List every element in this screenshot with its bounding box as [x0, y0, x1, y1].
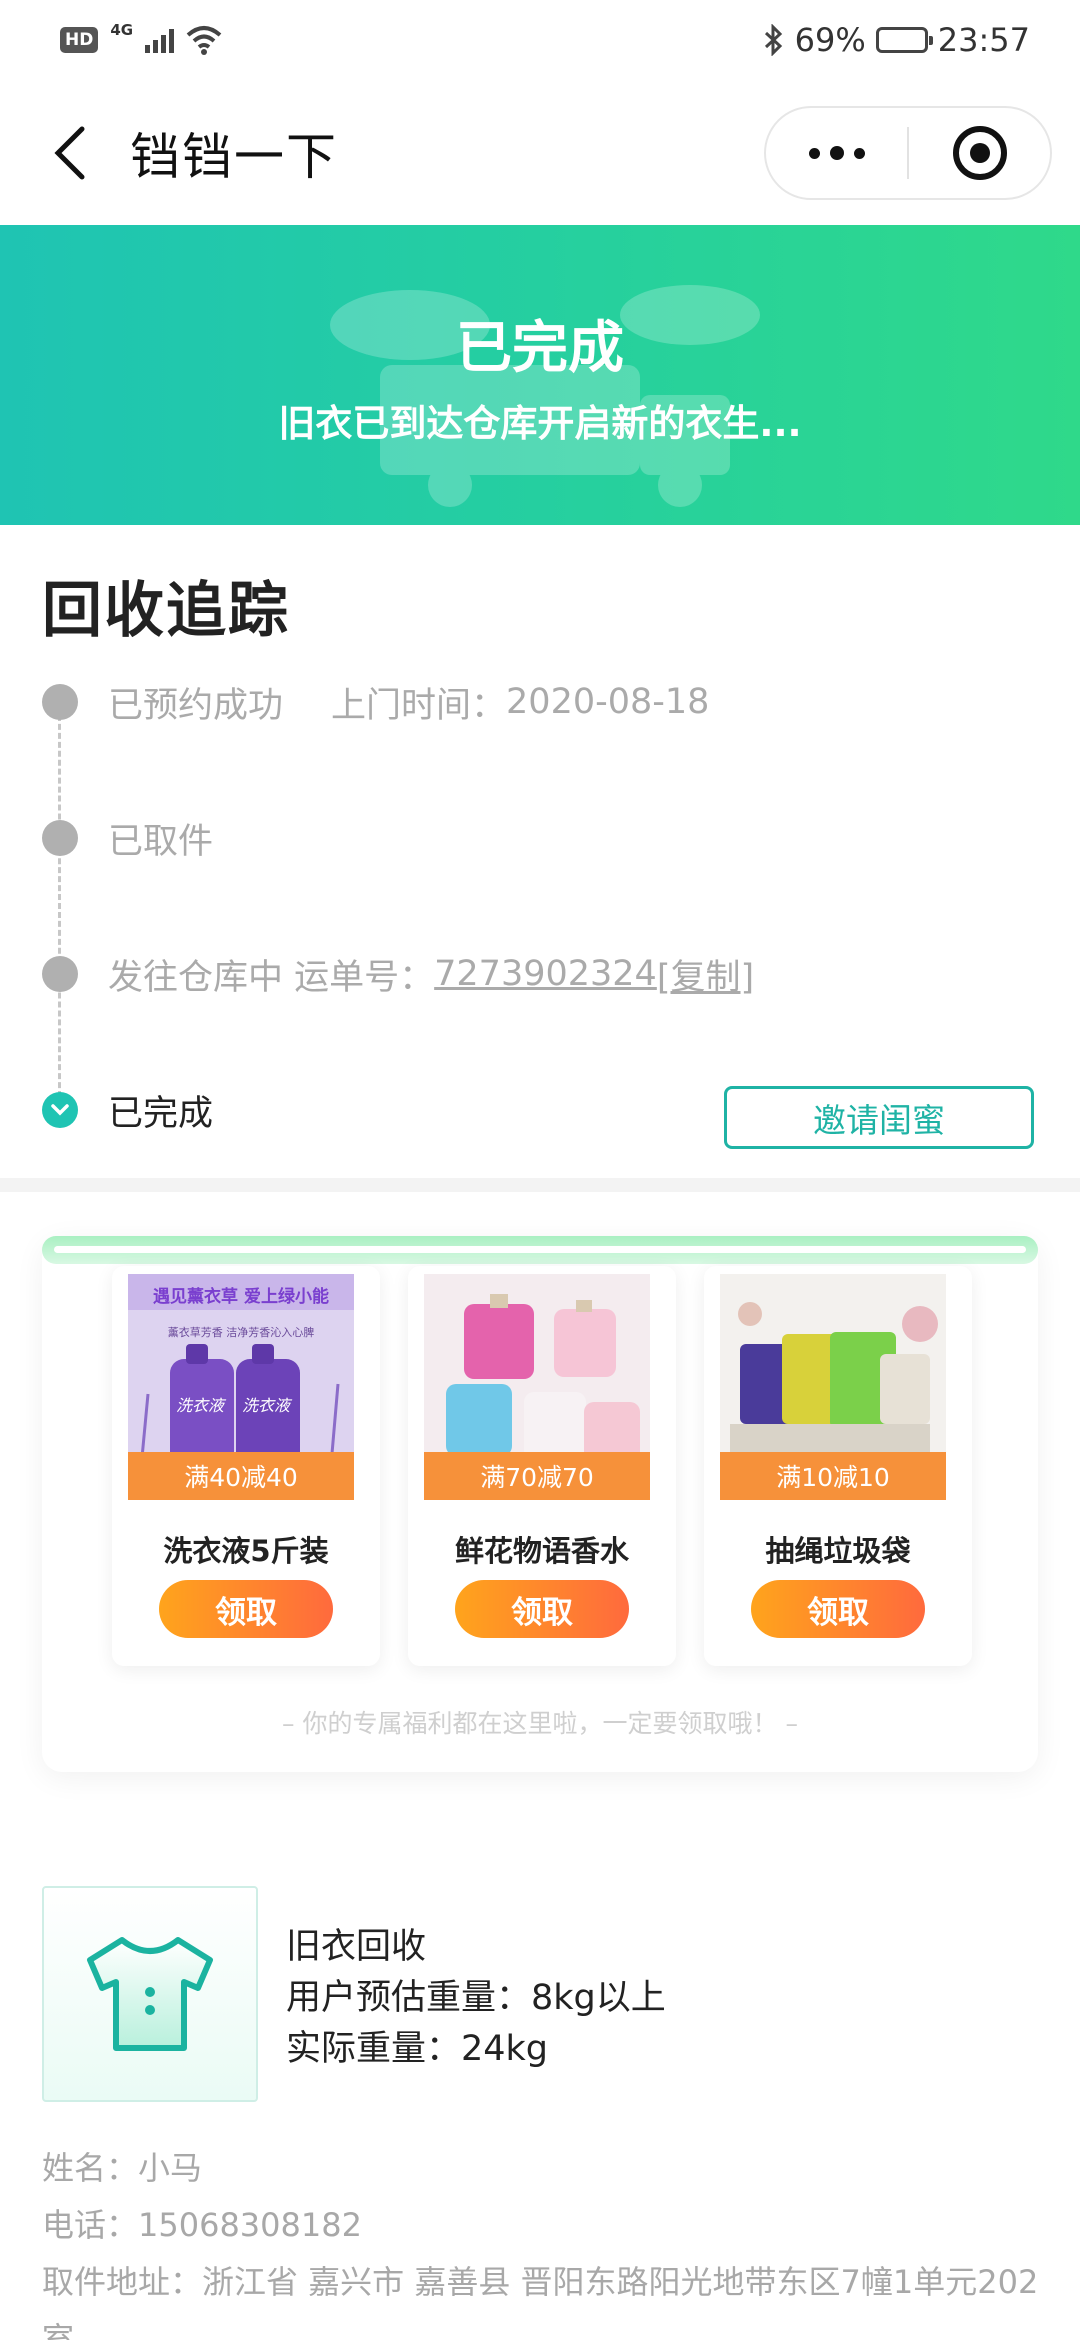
tshirt-icon: [87, 1937, 213, 2051]
coupon-card: 满70减70 鲜花物语香水 领取: [408, 1266, 676, 1666]
product-image-caption: 薰衣草芳香 洁净芳香沁入心脾: [167, 1326, 315, 1339]
timeline-step-shipping: 发往仓库中 运单号： 7273902324 [复制]: [42, 944, 754, 1004]
coupon-tag: 满10减10: [720, 1452, 946, 1500]
clock: 23:57: [937, 21, 1030, 59]
status-bar: HD 4G 69% 23:57: [0, 0, 1080, 80]
check-circle-icon: [42, 1092, 78, 1128]
banner-title: 已完成: [456, 316, 624, 381]
coupon-panel-top-bar: [42, 1236, 1038, 1264]
claim-coupon-button[interactable]: 领取: [751, 1580, 925, 1638]
more-button[interactable]: [766, 146, 907, 160]
visit-time-value: 2020-08-18: [506, 682, 710, 722]
chevron-left-icon: [54, 126, 85, 179]
bluetooth-icon: [764, 24, 782, 56]
more-dots-icon: [853, 147, 865, 159]
visit-time-label: 上门时间：: [331, 685, 507, 726]
mini-program-capsule: [764, 106, 1052, 200]
waybill-link[interactable]: 7273902324: [434, 954, 657, 994]
service-type: 旧衣回收: [286, 1927, 427, 1967]
tracking-title: 回收追踪: [42, 576, 290, 646]
battery-percent: 69%: [794, 21, 866, 59]
step-label: 已取件: [108, 821, 214, 862]
back-button[interactable]: [40, 123, 100, 183]
status-banner: 已完成 旧衣已到达仓库开启新的衣生...: [0, 225, 1080, 525]
wifi-icon: [186, 26, 222, 55]
coupon-product-name: 抽绳垃圾袋: [765, 1534, 911, 1568]
more-dots-icon: [808, 147, 820, 159]
hd-icon: HD: [60, 27, 99, 53]
coupon-tag: 满40减40: [128, 1452, 354, 1500]
order-contact: 姓名：小马 电话：15068308182 取件地址：浙江省 嘉兴市 嘉善县 晋阳…: [42, 2140, 1042, 2340]
product-bottle-label: 洗衣液: [242, 1396, 291, 1415]
coupon-card: 满10减10 抽绳垃圾袋 领取: [704, 1266, 972, 1666]
battery-icon: [875, 27, 933, 53]
section-divider: [0, 1178, 1080, 1192]
step-dot-icon: [42, 956, 78, 992]
coupon-card: 遇见薰衣草 爱上绿小能 薰衣草芳香 洁净芳香沁入心脾 洗衣液 洗衣液 满40减4…: [112, 1266, 380, 1666]
contact-name: 姓名：小马: [42, 2149, 203, 2187]
actual-weight: 实际重量：24kg: [286, 2029, 549, 2069]
timeline-step-picked: 已取件: [42, 808, 213, 868]
product-image-headline: 遇见薰衣草 爱上绿小能: [153, 1287, 329, 1307]
coupon-product-name: 洗衣液5斤装: [163, 1534, 329, 1568]
timeline-step-booked: 已预约成功 上门时间： 2020-08-18: [42, 672, 709, 732]
coupon-product-name: 鲜花物语香水: [454, 1534, 629, 1568]
product-bottle-label: 洗衣液: [176, 1396, 225, 1415]
step-dot-icon: [42, 684, 78, 720]
status-left: HD 4G: [60, 21, 222, 55]
more-dots-icon: [829, 146, 844, 160]
step-label: 已预约成功: [108, 685, 284, 726]
claim-coupon-button[interactable]: 领取: [455, 1580, 629, 1638]
signal-icon: [145, 27, 175, 53]
pickup-address: 取件地址：浙江省 嘉兴市 嘉善县 晋阳东路阳光地带东区7幢1单元202室: [42, 2263, 1039, 2340]
step-label: 发往仓库中 运单号：: [108, 957, 435, 998]
estimated-weight: 用户预估重量：8kg以上: [286, 1978, 666, 2018]
timeline-connector: [58, 706, 61, 1106]
banner-subtitle: 旧衣已到达仓库开启新的衣生...: [278, 402, 802, 445]
order-summary: 旧衣回收 用户预估重量：8kg以上 实际重量：24kg: [286, 1922, 666, 2075]
coupon-panel: 遇见薰衣草 爱上绿小能 薰衣草芳香 洁净芳香沁入心脾 洗衣液 洗衣液 满40减4…: [42, 1236, 1038, 1772]
coupon-note: – 你的专属福利都在这里啦，一定要领取哦！ –: [282, 1709, 798, 1738]
step-label: 已完成: [108, 1093, 214, 1134]
invite-friend-button[interactable]: 邀请闺蜜: [724, 1086, 1034, 1149]
claim-coupon-button[interactable]: 领取: [159, 1580, 333, 1638]
recycle-category-image: [42, 1886, 258, 2102]
timeline-step-completed: 已完成: [42, 1080, 213, 1140]
nav-bar: 铛铛一下: [0, 80, 1080, 225]
truck-illustration-icon: [330, 285, 760, 507]
coupon-tag: 满70减70: [424, 1452, 650, 1500]
close-button[interactable]: [909, 126, 1050, 180]
page-title: 铛铛一下: [130, 127, 338, 186]
network-type: 4G: [110, 21, 134, 39]
status-right: 69% 23:57: [763, 21, 1030, 59]
copy-waybill-link[interactable]: [复制]: [657, 949, 754, 1000]
target-circle-icon: [952, 126, 1007, 180]
contact-phone: 电话：15068308182: [42, 2206, 362, 2244]
step-dot-icon: [42, 820, 78, 856]
